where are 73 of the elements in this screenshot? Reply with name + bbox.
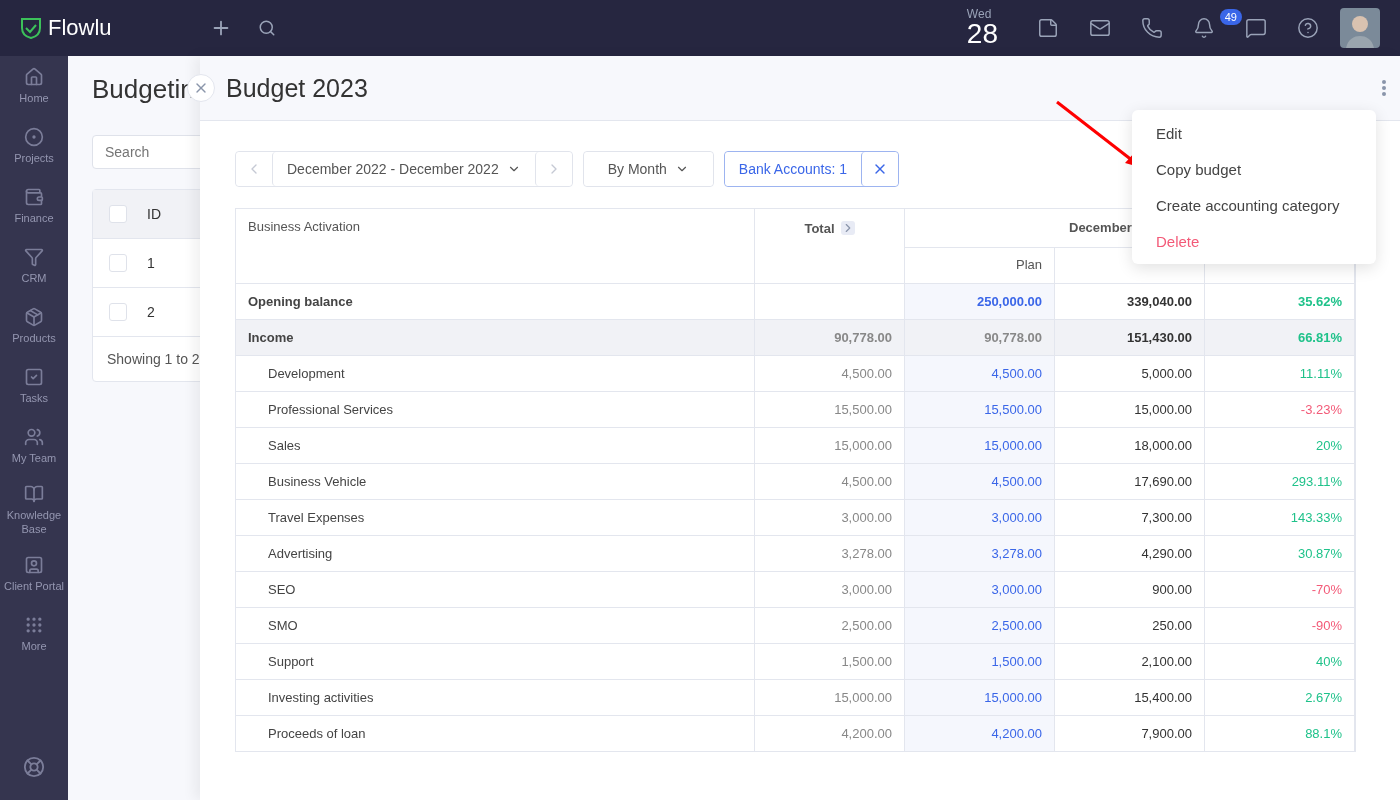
table-cell: 250,000.00	[905, 284, 1055, 320]
row-name: Development	[236, 356, 755, 392]
table-cell: 143.33%	[1205, 500, 1355, 536]
table-cell: 7,900.00	[1055, 716, 1205, 752]
table-cell: 3,278.00	[905, 536, 1055, 572]
table-cell: 5,000.00	[1055, 356, 1205, 392]
table-cell: 293.11%	[1205, 464, 1355, 500]
table-cell: 15,000.00	[755, 680, 905, 716]
row-name: Proceeds of loan	[236, 716, 755, 752]
table-cell: 3,000.00	[905, 572, 1055, 608]
table-cell: 4,500.00	[755, 464, 905, 500]
table-cell: 30.87%	[1205, 536, 1355, 572]
table-cell: 1	[147, 255, 155, 271]
table-cell: 18,000.00	[1055, 428, 1205, 464]
table-cell: 90,778.00	[905, 320, 1055, 356]
table-cell: 15,000.00	[905, 428, 1055, 464]
table-cell: 11.11%	[1205, 356, 1355, 392]
table-cell: 2,500.00	[905, 608, 1055, 644]
table-cell: 3,000.00	[755, 500, 905, 536]
table-cell: 35.62%	[1205, 284, 1355, 320]
table-cell: 15,000.00	[905, 680, 1055, 716]
table-cell: 4,290.00	[1055, 536, 1205, 572]
row-name: SMO	[236, 608, 755, 644]
row-name: SEO	[236, 572, 755, 608]
row-name: Sales	[236, 428, 755, 464]
column-header: ID	[147, 206, 161, 222]
table-cell: 88.1%	[1205, 716, 1355, 752]
pagination-info: Showing 1 to 2	[107, 351, 200, 367]
table-cell: 3,278.00	[755, 536, 905, 572]
table-cell: 2,100.00	[1055, 644, 1205, 680]
table-cell: 250.00	[1055, 608, 1205, 644]
table-cell: 1,500.00	[905, 644, 1055, 680]
table-cell: 2,500.00	[755, 608, 905, 644]
row-name: Opening balance	[236, 284, 755, 320]
table-cell: 15,000.00	[755, 428, 905, 464]
table-cell: 15,500.00	[905, 392, 1055, 428]
table-cell: 15,000.00	[1055, 392, 1205, 428]
table-cell: 2	[147, 304, 155, 320]
table-cell: 20%	[1205, 428, 1355, 464]
table-cell: -70%	[1205, 572, 1355, 608]
table-cell: 3,000.00	[905, 500, 1055, 536]
row-name: Support	[236, 644, 755, 680]
row-name: Professional Services	[236, 392, 755, 428]
day-number: 28	[966, 20, 998, 48]
weekday-label: Wed	[966, 8, 993, 20]
table-cell: 66.81%	[1205, 320, 1355, 356]
table-cell: 339,040.00	[1055, 284, 1205, 320]
table-cell: -90%	[1205, 608, 1355, 644]
table-cell: 900.00	[1055, 572, 1205, 608]
table-cell: 40%	[1205, 644, 1355, 680]
table-cell: 4,500.00	[905, 464, 1055, 500]
table-cell: 17,690.00	[1055, 464, 1205, 500]
table-cell: 7,300.00	[1055, 500, 1205, 536]
table-cell: 1,500.00	[755, 644, 905, 680]
table-cell: 2.67%	[1205, 680, 1355, 716]
table-cell: 15,500.00	[755, 392, 905, 428]
table-cell: 3,000.00	[755, 572, 905, 608]
table-cell: 4,500.00	[905, 356, 1055, 392]
row-name: Advertising	[236, 536, 755, 572]
row-name: Travel Expenses	[236, 500, 755, 536]
table-cell: -3.23%	[1205, 392, 1355, 428]
page-title: Budgetin	[92, 74, 195, 105]
row-name: Investing activities	[236, 680, 755, 716]
notification-badge: 49	[1219, 9, 1242, 25]
table-cell: 4,200.00	[905, 716, 1055, 752]
panel-title: Budget 2023	[226, 73, 369, 103]
row-name: Business Vehicle	[236, 464, 755, 500]
table-cell: 4,200.00	[755, 716, 905, 752]
row-name: Income	[236, 320, 755, 356]
table-cell: 15,400.00	[1055, 680, 1205, 716]
table-cell: 90,778.00	[755, 320, 905, 356]
table-cell: 151,430.00	[1055, 320, 1205, 356]
table-cell: 4,500.00	[755, 356, 905, 392]
